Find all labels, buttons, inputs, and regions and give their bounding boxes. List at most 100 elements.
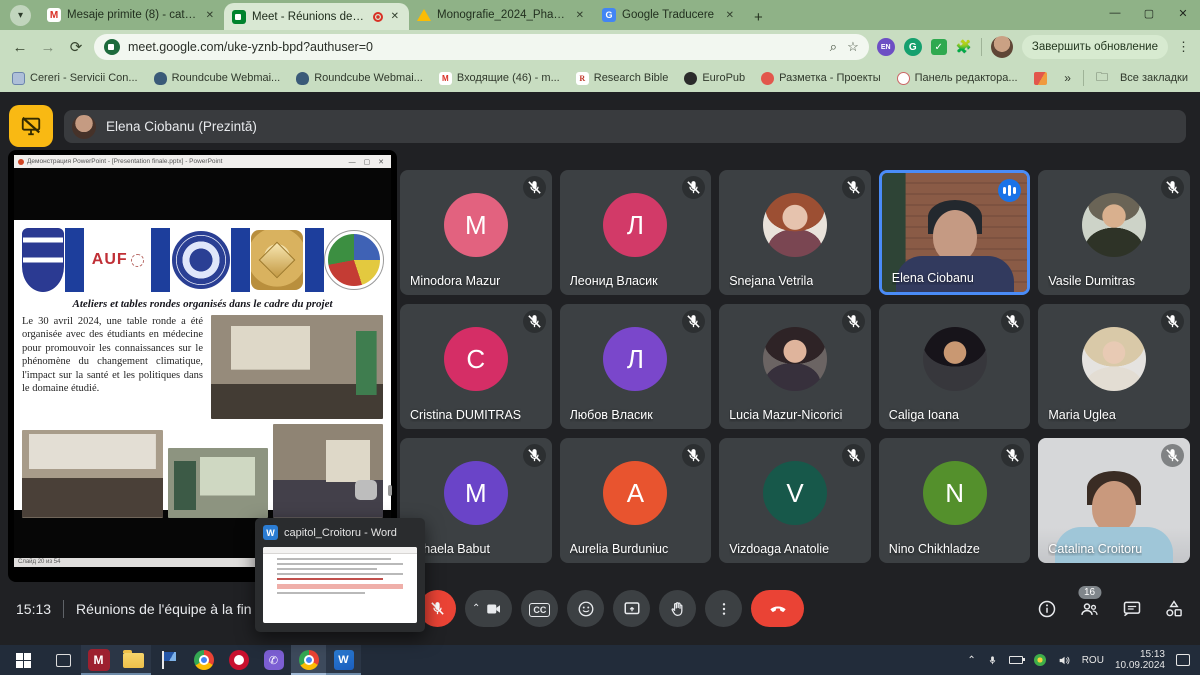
tab-search-button[interactable]: ▾ xyxy=(10,5,31,26)
mendeley-icon: M xyxy=(88,649,110,671)
bookmark-item-6[interactable]: Разметка - Проекты xyxy=(761,72,880,85)
people-button[interactable]: 16 xyxy=(1079,599,1100,619)
finish-update-button[interactable]: Завершить обновление xyxy=(1022,35,1168,59)
captions-button[interactable]: CC xyxy=(521,590,558,627)
taskbar-viber-button[interactable]: ✆ xyxy=(256,645,291,675)
raise-hand-button[interactable] xyxy=(659,590,696,627)
reactions-button[interactable] xyxy=(567,590,604,627)
more-options-button[interactable] xyxy=(705,590,742,627)
slideshow-nav-widget[interactable] xyxy=(355,480,377,500)
reload-button[interactable]: ⟳ xyxy=(66,38,86,56)
activities-button[interactable] xyxy=(1164,599,1184,619)
taskbar-word-button[interactable]: W xyxy=(326,645,361,675)
camera-button[interactable]: ⌃ xyxy=(465,590,512,627)
tab-close-icon[interactable]: ✕ xyxy=(574,10,586,21)
participant-tile[interactable]: Catalina Croitoru xyxy=(1038,438,1190,563)
mic-off-icon xyxy=(842,310,865,333)
forward-button[interactable]: → xyxy=(38,39,58,56)
bookmark-item-4[interactable]: RResearch Bible xyxy=(576,72,669,85)
more-icon xyxy=(716,600,732,618)
bookmark-item-3[interactable]: MВходящие (46) - m... xyxy=(439,72,560,85)
participant-tile[interactable]: Lucia Mazur-Nicorici xyxy=(719,304,871,429)
end-call-button[interactable] xyxy=(751,590,804,627)
extensions-puzzle-icon[interactable]: 🧩 xyxy=(956,39,972,55)
slide-logo-row: AUF xyxy=(22,225,383,295)
bookmark-item-7[interactable]: Панель редактора... xyxy=(897,72,1018,85)
participant-name: Леонид Власик xyxy=(570,274,658,288)
slide-heading: Ateliers et tables rondes organisés dans… xyxy=(22,298,383,310)
tray-expand-chevron[interactable]: ⌃ xyxy=(967,655,975,666)
participant-tile[interactable]: CCristina DUMITRAS xyxy=(400,304,552,429)
gmail-favicon: M xyxy=(47,8,61,22)
all-bookmarks-button[interactable]: Все закладки xyxy=(1120,72,1188,84)
taskbar-flag-app-button[interactable] xyxy=(151,645,186,675)
participant-tile[interactable]: Snejana Vetrila xyxy=(719,170,871,295)
participant-tile[interactable]: Caliga Ioana xyxy=(879,304,1031,429)
word-preview-popup[interactable]: W capitol_Croitoru - Word xyxy=(255,518,425,632)
back-button[interactable]: ← xyxy=(10,39,30,56)
bookmark-item-0[interactable]: Cereri - Servicii Con... xyxy=(12,72,138,85)
browser-tab-2[interactable]: Monografie_2024_PhageLand - ✕ xyxy=(409,0,594,30)
browser-tab-0[interactable]: M Mesaje primite (8) - catalina.cro ✕ xyxy=(39,0,224,30)
bookmarks-overflow-chevron[interactable]: » xyxy=(1064,71,1071,85)
extension-grammarly-icon[interactable]: G xyxy=(904,38,922,56)
window-maximize-button[interactable]: ▢ xyxy=(1132,0,1166,26)
word-document-thumbnail[interactable] xyxy=(263,547,417,623)
bookmark-star-icon[interactable]: ☆ xyxy=(847,39,859,55)
participant-tile[interactable]: VVizdoaga Anatolie xyxy=(719,438,871,563)
action-center-icon[interactable] xyxy=(1176,654,1190,666)
bookmark-item-5[interactable]: EuroPub xyxy=(684,72,745,85)
profile-avatar[interactable] xyxy=(991,36,1013,58)
participant-name: Minodora Mazur xyxy=(410,274,500,288)
new-tab-button[interactable]: + xyxy=(744,9,773,30)
windows-logo-icon xyxy=(16,653,31,668)
tray-language-indicator[interactable]: ROU xyxy=(1082,655,1104,666)
tab-close-icon[interactable]: ✕ xyxy=(724,10,736,21)
participant-tile[interactable]: NNino Chikhladze xyxy=(879,438,1031,563)
tab-close-icon[interactable]: ✕ xyxy=(204,10,216,21)
participant-tile[interactable]: ЛЛюбов Власик xyxy=(560,304,712,429)
taskbar-chrome-button[interactable] xyxy=(186,645,221,675)
bookmark-item-1[interactable]: Roundcube Webmai... xyxy=(154,72,281,85)
tray-volume-icon[interactable] xyxy=(1057,654,1071,667)
present-button[interactable] xyxy=(613,590,650,627)
tray-clock[interactable]: 15:13 10.09.2024 xyxy=(1115,649,1165,671)
tray-battery-icon[interactable] xyxy=(1009,656,1023,664)
chat-icon xyxy=(1122,599,1142,619)
word-icon: W xyxy=(334,650,354,670)
taskbar-sync-app-button[interactable] xyxy=(221,645,256,675)
participant-tile[interactable]: Elena Ciobanu xyxy=(879,170,1031,295)
extension-en-icon[interactable]: EN xyxy=(877,38,895,56)
participant-tile[interactable]: ЛЛеонид Власик xyxy=(560,170,712,295)
zoom-page-icon[interactable]: ⌕ xyxy=(830,39,837,55)
tray-antivirus-icon[interactable] xyxy=(1034,654,1046,666)
browser-tab-3[interactable]: G Google Traducere ✕ xyxy=(594,0,744,30)
window-close-button[interactable]: ✕ xyxy=(1166,0,1200,26)
word-icon: W xyxy=(263,525,278,540)
address-bar[interactable]: meet.google.com/uke-yznb-bpd?authuser=0 … xyxy=(94,34,869,60)
bookmark-item-8[interactable]: One Health & Risk... xyxy=(1034,72,1049,85)
tab-close-icon[interactable]: ✕ xyxy=(389,11,401,22)
chat-button[interactable] xyxy=(1122,599,1142,619)
bookmark-item-2[interactable]: Roundcube Webmai... xyxy=(296,72,423,85)
participant-tile[interactable]: Maria Uglea xyxy=(1038,304,1190,429)
mic-off-icon xyxy=(523,176,546,199)
window-minimize-button[interactable]: — xyxy=(1098,0,1132,26)
info-button[interactable] xyxy=(1037,599,1057,619)
browser-tab-1[interactable]: Meet - Réunions de l'équip ✕ xyxy=(224,3,409,30)
browser-tab-strip: ▾ M Mesaje primite (8) - catalina.cro ✕ … xyxy=(0,0,1200,30)
taskbar-mendeley-button[interactable]: M xyxy=(81,645,116,675)
extension-check-icon[interactable]: ✓ xyxy=(931,39,947,55)
participant-tile[interactable]: Vasile Dumitras xyxy=(1038,170,1190,295)
taskbar-start-button[interactable] xyxy=(0,645,46,675)
participant-tile[interactable]: AAurelia Burduniuc xyxy=(560,438,712,563)
taskbar-chrome-active-button[interactable] xyxy=(291,645,326,675)
participant-tile[interactable]: MMinodora Mazur xyxy=(400,170,552,295)
chevron-up-icon[interactable]: ⌃ xyxy=(472,603,480,614)
taskbar-file-explorer-button[interactable] xyxy=(116,645,151,675)
participant-name: Nino Chikhladze xyxy=(889,542,980,556)
browser-menu-button[interactable]: ⋮ xyxy=(1177,39,1190,55)
taskbar-task-view-button[interactable] xyxy=(46,645,81,675)
tray-mic-icon[interactable] xyxy=(987,654,998,667)
presentation-off-button[interactable] xyxy=(9,105,53,147)
